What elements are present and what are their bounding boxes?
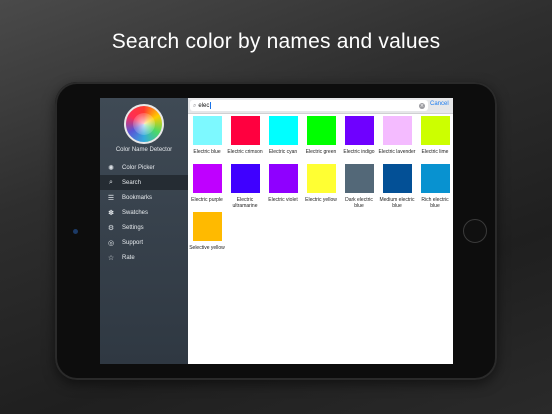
- color-name-label: Electric yellow: [305, 197, 337, 203]
- sidebar-item-rate[interactable]: ☆ Rate: [100, 250, 188, 265]
- sidebar-item-label: Color Picker: [122, 164, 155, 171]
- sidebar-item-label: Search: [122, 179, 142, 186]
- color-swatch[interactable]: [344, 164, 374, 193]
- color-name-label: Selective yellow: [189, 245, 225, 251]
- color-result-item[interactable]: Electric yellow: [302, 164, 340, 203]
- sidebar-item-settings[interactable]: ⚙ Settings: [100, 220, 188, 235]
- color-swatch[interactable]: [306, 116, 336, 145]
- app-screen: Color Name Detector ✺ Color Picker ⌕ Search…: [100, 98, 453, 364]
- color-swatch[interactable]: [344, 116, 374, 145]
- color-name-label: Medium electric blue: [379, 197, 415, 209]
- sidebar-item-label: Support: [122, 239, 144, 246]
- search-icon: ⌕: [109, 178, 113, 186]
- search-icon: ⌕: [193, 101, 197, 109]
- logo-highlight: [133, 113, 155, 135]
- sidebar-item-search[interactable]: ⌕ Search: [100, 175, 188, 190]
- color-name-label: Electric lime: [421, 149, 449, 155]
- color-swatch[interactable]: [192, 164, 222, 193]
- color-swatch[interactable]: [192, 212, 222, 241]
- gear-icon: ⚙: [107, 223, 115, 232]
- color-name-label: Electric crimson: [227, 149, 263, 155]
- color-swatch[interactable]: [192, 116, 222, 145]
- color-swatch[interactable]: [230, 116, 260, 145]
- color-result-item[interactable]: Rich electric blue: [416, 164, 453, 209]
- color-name-label: Electric ultramarine: [232, 197, 258, 209]
- text-caret: [209, 101, 211, 109]
- color-name-label: Electric lavender: [378, 149, 416, 155]
- main-content: ⌕ elec × Cancel Electric blue Electric cr…: [188, 98, 453, 364]
- search-bar: ⌕ elec × Cancel: [188, 98, 453, 114]
- cancel-button[interactable]: Cancel: [430, 101, 449, 107]
- camera-dot: [73, 229, 78, 234]
- app-logo-icon: [124, 104, 164, 144]
- color-result-item[interactable]: Selective yellow: [188, 212, 226, 251]
- color-name-label: Electric blue: [193, 149, 221, 155]
- support-icon: ◎: [107, 238, 115, 247]
- color-swatch[interactable]: [382, 164, 412, 193]
- color-name-label: Electric violet: [268, 197, 298, 203]
- search-input-text[interactable]: elec: [198, 101, 419, 110]
- sidebar-item-label: Rate: [122, 254, 135, 261]
- star-icon: ☆: [107, 253, 115, 262]
- clear-icon[interactable]: ×: [419, 102, 425, 109]
- color-result-item[interactable]: Dark electric blue: [340, 164, 378, 209]
- sidebar-item-swatches[interactable]: ✽ Swatches: [100, 205, 188, 220]
- swatches-icon: ✽: [108, 208, 114, 217]
- color-result-item[interactable]: Electric lime: [416, 116, 453, 155]
- color-result-item[interactable]: Electric green: [302, 116, 340, 155]
- sidebar-item-support[interactable]: ◎ Support: [100, 235, 188, 250]
- color-result-item[interactable]: Electric violet: [264, 164, 302, 203]
- color-result-item[interactable]: Medium electric blue: [378, 164, 416, 209]
- color-swatch[interactable]: [268, 116, 298, 145]
- color-name-label: Dark electric blue: [345, 197, 373, 209]
- color-name-label: Electric purple: [191, 197, 223, 203]
- color-name-label: Electric cyan: [268, 149, 298, 155]
- color-result-item[interactable]: Electric indigo: [340, 116, 378, 155]
- color-result-item[interactable]: Electric ultramarine: [226, 164, 264, 209]
- color-result-item[interactable]: Electric cyan: [264, 116, 302, 155]
- sidebar-item-color-picker[interactable]: ✺ Color Picker: [100, 160, 188, 175]
- color-result-item[interactable]: Electric purple: [188, 164, 226, 203]
- sidebar-item-label: Swatches: [122, 209, 149, 216]
- sidebar-item-label: Settings: [122, 224, 144, 231]
- color-swatch[interactable]: [306, 164, 336, 193]
- color-swatch[interactable]: [420, 116, 450, 145]
- color-swatch[interactable]: [420, 164, 450, 193]
- color-swatch[interactable]: [268, 164, 298, 193]
- bookmark-icon: ☰: [107, 193, 115, 202]
- color-result-item[interactable]: Electric crimson: [226, 116, 264, 155]
- headline: Search color by names and values: [111, 30, 441, 53]
- search-input[interactable]: ⌕ elec ×: [190, 100, 428, 111]
- palette-icon: ✺: [108, 163, 114, 172]
- color-name-label: Electric indigo: [343, 149, 375, 155]
- color-name-label: Rich electric blue: [421, 197, 449, 209]
- sidebar-nav: ✺ Color Picker ⌕ Search ☰ Bookmarks ✽ Swatches ⚙…: [100, 160, 188, 265]
- sidebar-item-bookmarks[interactable]: ☰ Bookmarks: [100, 190, 188, 205]
- color-swatch[interactable]: [382, 116, 412, 145]
- color-result-item[interactable]: Electric lavender: [378, 116, 416, 155]
- color-swatch[interactable]: [230, 164, 260, 193]
- color-name-label: Electric green: [305, 149, 337, 155]
- sidebar-item-label: Bookmarks: [122, 194, 153, 201]
- search-value: elec: [198, 103, 210, 110]
- home-button[interactable]: [463, 219, 487, 243]
- app-name: Color Name Detector: [115, 147, 173, 153]
- color-result-item[interactable]: Electric blue: [188, 116, 226, 155]
- sidebar: Color Name Detector ✺ Color Picker ⌕ Search…: [100, 98, 188, 364]
